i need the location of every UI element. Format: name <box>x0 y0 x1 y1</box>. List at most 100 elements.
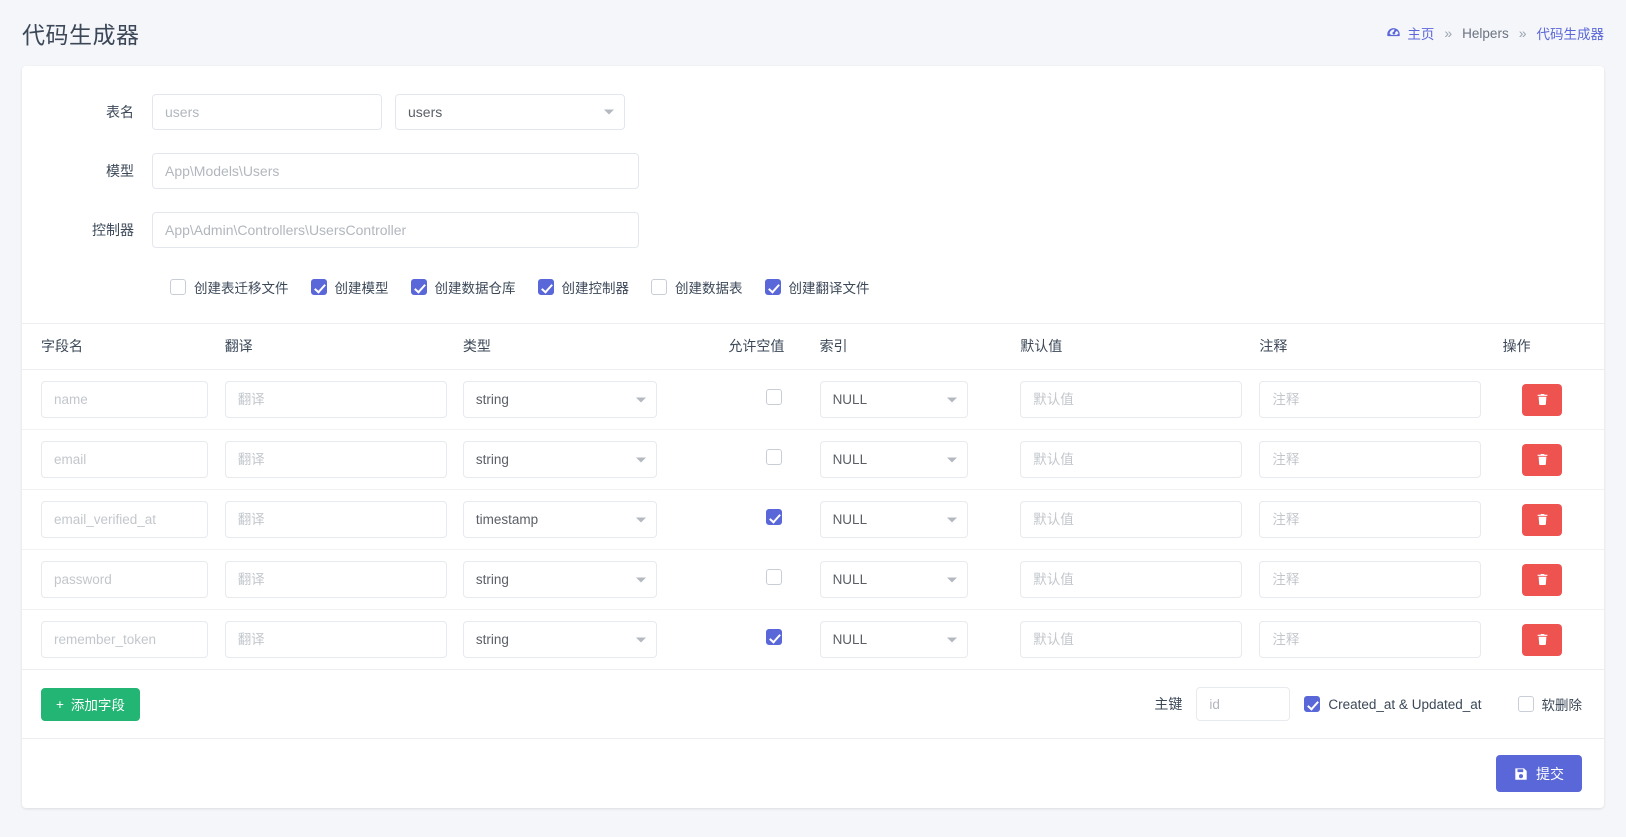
field-name-input[interactable] <box>41 441 208 478</box>
cell-translation <box>224 489 463 550</box>
field-index-select[interactable]: NULL <box>819 381 968 418</box>
option-checkbox-3[interactable] <box>537 279 554 295</box>
submit-button[interactable]: 提交 <box>1496 755 1582 792</box>
option-checkbox-4[interactable] <box>651 279 667 295</box>
field-index-select-wrap[interactable]: NULL <box>819 501 968 538</box>
field-type-select-wrap[interactable]: string <box>462 561 657 598</box>
option-item-1[interactable]: 创建模型 <box>310 277 389 297</box>
model-input[interactable] <box>152 153 639 189</box>
option-label-2: 创建数据仓库 <box>434 281 516 296</box>
controller-label: 控制器 <box>92 222 134 238</box>
cell-type: string <box>462 429 729 490</box>
field-default-input[interactable] <box>1020 501 1243 538</box>
field-index-select-wrap[interactable]: NULL <box>819 381 968 418</box>
option-item-0[interactable]: 创建表迁移文件 <box>170 277 289 297</box>
field-type-select-wrap[interactable]: string <box>462 621 657 658</box>
cell-nullable <box>728 429 820 490</box>
submit-area: 提交 <box>22 739 1604 808</box>
field-type-select[interactable]: string <box>462 621 657 658</box>
field-index-select[interactable]: NULL <box>819 621 968 658</box>
breadcrumb-home-label: 主页 <box>1407 27 1435 42</box>
field-nullable-checkbox[interactable] <box>765 509 782 525</box>
field-type-select[interactable]: timestamp <box>462 501 657 538</box>
delete-row-button[interactable] <box>1522 563 1563 596</box>
field-default-input[interactable] <box>1020 441 1243 478</box>
field-type-select-wrap[interactable]: string <box>462 441 657 478</box>
field-translation-input[interactable] <box>224 561 447 598</box>
field-name-input[interactable] <box>41 621 208 658</box>
table-name-row: 表名 users <box>22 94 1604 130</box>
table-row: string NULL <box>22 369 1604 430</box>
breadcrumb-separator-2: » <box>1518 25 1527 41</box>
field-translation-input[interactable] <box>224 441 447 478</box>
field-default-input[interactable] <box>1020 621 1243 658</box>
field-translation-input[interactable] <box>224 381 447 418</box>
delete-row-button[interactable] <box>1522 623 1563 656</box>
field-comment-input[interactable] <box>1259 381 1482 418</box>
cell-index: NULL <box>819 489 1021 550</box>
field-name-input[interactable] <box>41 381 208 418</box>
fields-table: 字段名 翻译 类型 允许空值 索引 默认值 注释 操作 stringNULLst… <box>22 323 1604 670</box>
field-index-select-wrap[interactable]: NULL <box>819 561 968 598</box>
delete-row-button[interactable] <box>1522 383 1563 416</box>
add-field-button[interactable]: + 添加字段 <box>41 687 140 721</box>
option-checkbox-0[interactable] <box>170 279 186 295</box>
code-generator-page: 代码生成器 主页 » Helpers » 代码生成器 表名 users user… <box>0 0 1626 837</box>
field-comment-input[interactable] <box>1259 561 1482 598</box>
breadcrumb-current[interactable]: 代码生成器 <box>1537 23 1605 43</box>
option-checkbox-1[interactable] <box>310 279 327 295</box>
field-type-select[interactable]: string <box>462 561 657 598</box>
field-name-input[interactable] <box>41 501 208 538</box>
controller-input[interactable] <box>152 212 639 248</box>
field-type-select[interactable]: string <box>462 381 657 418</box>
field-translation-input[interactable] <box>224 621 447 658</box>
delete-row-button[interactable] <box>1522 443 1563 476</box>
option-item-5[interactable]: 创建翻译文件 <box>764 277 870 297</box>
table-row: timestamp NULL <box>22 489 1604 550</box>
option-label-0: 创建表迁移文件 <box>194 281 289 296</box>
softdelete-checkbox[interactable] <box>1517 696 1534 712</box>
cell-type: string <box>462 369 729 430</box>
field-index-select[interactable]: NULL <box>819 501 968 538</box>
field-index-select[interactable]: NULL <box>819 441 968 478</box>
table-row: string NULL <box>22 609 1604 670</box>
field-default-input[interactable] <box>1020 381 1243 418</box>
col-header-comment: 注释 <box>1259 323 1503 370</box>
timestamps-checkbox[interactable] <box>1304 696 1321 712</box>
table-select-wrap[interactable]: users <box>395 94 625 130</box>
field-index-select-wrap[interactable]: NULL <box>819 621 968 658</box>
field-nullable-checkbox[interactable] <box>765 569 782 585</box>
field-comment-input[interactable] <box>1259 621 1482 658</box>
field-name-input[interactable] <box>41 561 208 598</box>
page-title: 代码生成器 <box>22 22 140 48</box>
breadcrumb-helpers[interactable]: Helpers <box>1462 26 1509 41</box>
option-checkbox-5[interactable] <box>764 279 781 295</box>
field-type-select-wrap[interactable]: timestamp <box>462 501 657 538</box>
option-checkbox-2[interactable] <box>410 279 427 295</box>
option-item-4[interactable]: 创建数据表 <box>651 277 743 297</box>
field-type-select[interactable]: string <box>462 441 657 478</box>
field-index-select-wrap[interactable]: NULL <box>819 441 968 478</box>
field-nullable-checkbox[interactable] <box>765 449 782 465</box>
timestamps-checkbox-item[interactable]: Created_at & Updated_at <box>1304 696 1482 712</box>
cell-comment <box>1259 369 1503 430</box>
table-name-input[interactable] <box>152 94 382 130</box>
table-name-label: 表名 <box>106 104 134 120</box>
option-item-2[interactable]: 创建数据仓库 <box>410 277 516 297</box>
cell-name <box>22 489 225 550</box>
field-default-input[interactable] <box>1020 561 1243 598</box>
primary-key-input[interactable] <box>1196 687 1291 721</box>
field-nullable-checkbox[interactable] <box>765 389 782 405</box>
field-comment-input[interactable] <box>1259 501 1482 538</box>
generator-card: 表名 users 模型 控制器 创建表迁移文件创建模型创建数据仓库创建控制器创建… <box>22 66 1604 808</box>
field-type-select-wrap[interactable]: string <box>462 381 657 418</box>
delete-row-button[interactable] <box>1522 503 1563 536</box>
field-translation-input[interactable] <box>224 501 447 538</box>
table-select[interactable]: users <box>395 94 625 130</box>
field-index-select[interactable]: NULL <box>819 561 968 598</box>
field-comment-input[interactable] <box>1259 441 1482 478</box>
breadcrumb-home-link[interactable]: 主页 <box>1386 23 1434 43</box>
option-item-3[interactable]: 创建控制器 <box>537 277 629 297</box>
field-nullable-checkbox[interactable] <box>765 629 782 645</box>
softdelete-checkbox-item[interactable]: 软删除 <box>1517 694 1582 714</box>
